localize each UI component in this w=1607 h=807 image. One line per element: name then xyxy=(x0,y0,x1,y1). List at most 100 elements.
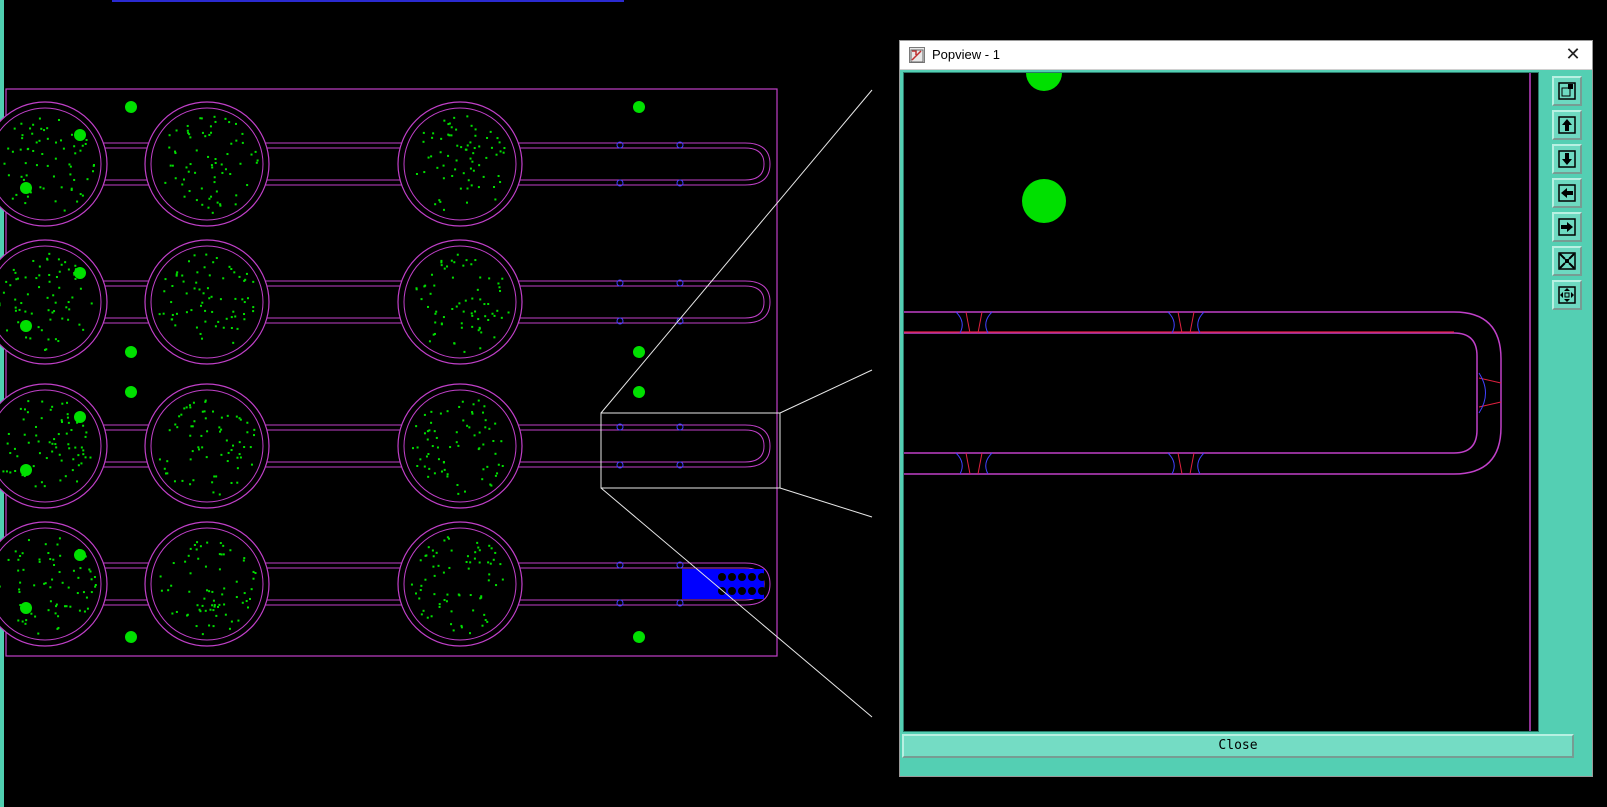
copper-dot xyxy=(411,447,414,450)
copper-dot xyxy=(484,426,487,429)
copper-dot xyxy=(25,336,28,339)
copper-dot xyxy=(224,168,227,171)
copper-dot xyxy=(19,554,22,557)
popview-titlebar[interactable]: Popview - 1 ✕ xyxy=(900,41,1592,70)
relief-spoke xyxy=(1189,311,1195,334)
copper-dot xyxy=(194,171,197,174)
copper-dot xyxy=(51,311,54,314)
copper-dot xyxy=(212,261,215,264)
close-icon[interactable]: ✕ xyxy=(1560,43,1586,67)
copper-dot xyxy=(68,308,71,311)
relief-arc xyxy=(1197,311,1205,334)
zoom-fit-button[interactable] xyxy=(1552,76,1582,106)
copper-dot xyxy=(187,131,190,134)
copper-dot xyxy=(433,593,436,596)
copper-dot xyxy=(89,456,92,459)
copper-dot xyxy=(166,472,169,475)
copper-dot xyxy=(60,186,63,189)
copper-dot xyxy=(488,277,491,280)
copper-dot xyxy=(168,134,171,137)
copper-dot xyxy=(27,539,30,542)
copper-dot xyxy=(53,564,56,567)
copper-dot xyxy=(432,132,435,135)
copper-dot xyxy=(190,309,193,312)
copper-dot xyxy=(236,456,239,459)
copper-dot xyxy=(203,597,206,600)
pan-up-button[interactable] xyxy=(1552,110,1582,140)
copper-dot xyxy=(466,144,469,147)
copper-dot xyxy=(416,465,419,468)
copper-dot xyxy=(419,589,422,592)
copper-dot xyxy=(200,434,203,437)
copper-dot xyxy=(34,615,37,618)
copper-dot xyxy=(90,578,93,581)
copper-dot xyxy=(202,292,205,295)
pan-down-button[interactable] xyxy=(1552,144,1582,174)
copper-dot xyxy=(20,122,23,125)
copper-dot xyxy=(222,277,225,280)
copper-dot xyxy=(482,468,485,471)
copper-dot xyxy=(55,603,58,606)
drill-hole xyxy=(738,587,746,595)
copper-dot xyxy=(57,118,60,121)
copper-dot xyxy=(169,164,172,167)
copper-dot xyxy=(21,552,24,555)
copper-dot xyxy=(64,475,67,478)
copper-dot xyxy=(212,625,215,628)
copper-dot xyxy=(234,122,237,125)
copper-dot xyxy=(488,427,491,430)
zoom-out-button[interactable] xyxy=(1552,246,1582,276)
copper-dot xyxy=(427,156,430,159)
zoom-in-button[interactable] xyxy=(1552,280,1582,310)
copper-dot xyxy=(471,411,474,414)
pan-up-icon xyxy=(1558,116,1576,134)
copper-dot xyxy=(422,140,425,143)
copper-dot xyxy=(442,460,445,463)
copper-dot xyxy=(44,348,47,351)
copper-dot xyxy=(477,546,480,549)
copper-dot xyxy=(236,467,239,470)
copper-dot xyxy=(452,629,455,632)
copper-dot xyxy=(181,274,184,277)
copper-dot xyxy=(189,572,192,575)
copper-dot xyxy=(211,310,214,313)
copper-dot xyxy=(7,147,10,150)
copper-dot xyxy=(171,313,174,316)
copper-dot xyxy=(51,578,54,581)
copper-dot xyxy=(54,443,57,446)
copper-dot xyxy=(478,327,481,330)
copper-dot xyxy=(442,208,445,211)
copper-dot xyxy=(420,584,423,587)
copper-dot xyxy=(60,263,63,266)
copper-dot xyxy=(29,127,32,130)
close-button[interactable]: Close xyxy=(902,734,1574,758)
copper-dot xyxy=(90,302,93,305)
copper-dot xyxy=(233,271,236,274)
zoom-thermal-relief xyxy=(1167,311,1205,334)
copper-pad xyxy=(20,182,32,194)
copper-dot xyxy=(210,164,213,167)
copper-dot xyxy=(206,541,209,544)
copper-dot xyxy=(482,443,485,446)
pan-left-button[interactable] xyxy=(1552,178,1582,208)
mounting-pad xyxy=(633,346,645,358)
copper-dot xyxy=(507,311,510,314)
copper-dot xyxy=(89,570,92,573)
copper-dot xyxy=(226,153,229,156)
copper-dot xyxy=(163,467,166,470)
copper-dot xyxy=(11,197,14,200)
copper-pad xyxy=(74,129,86,141)
copper-dot xyxy=(495,584,498,587)
copper-dot xyxy=(170,301,173,304)
copper-dot xyxy=(6,442,9,445)
copper-dot xyxy=(71,469,74,472)
copper-dot xyxy=(59,479,62,482)
copper-dot xyxy=(66,413,69,416)
relief-arc xyxy=(985,311,993,334)
pan-right-button[interactable] xyxy=(1552,212,1582,242)
copper-dot xyxy=(195,199,198,202)
copper-dot xyxy=(21,620,24,623)
popview-canvas[interactable] xyxy=(903,72,1539,732)
copper-dot xyxy=(446,473,449,476)
copper-dot xyxy=(196,604,199,607)
